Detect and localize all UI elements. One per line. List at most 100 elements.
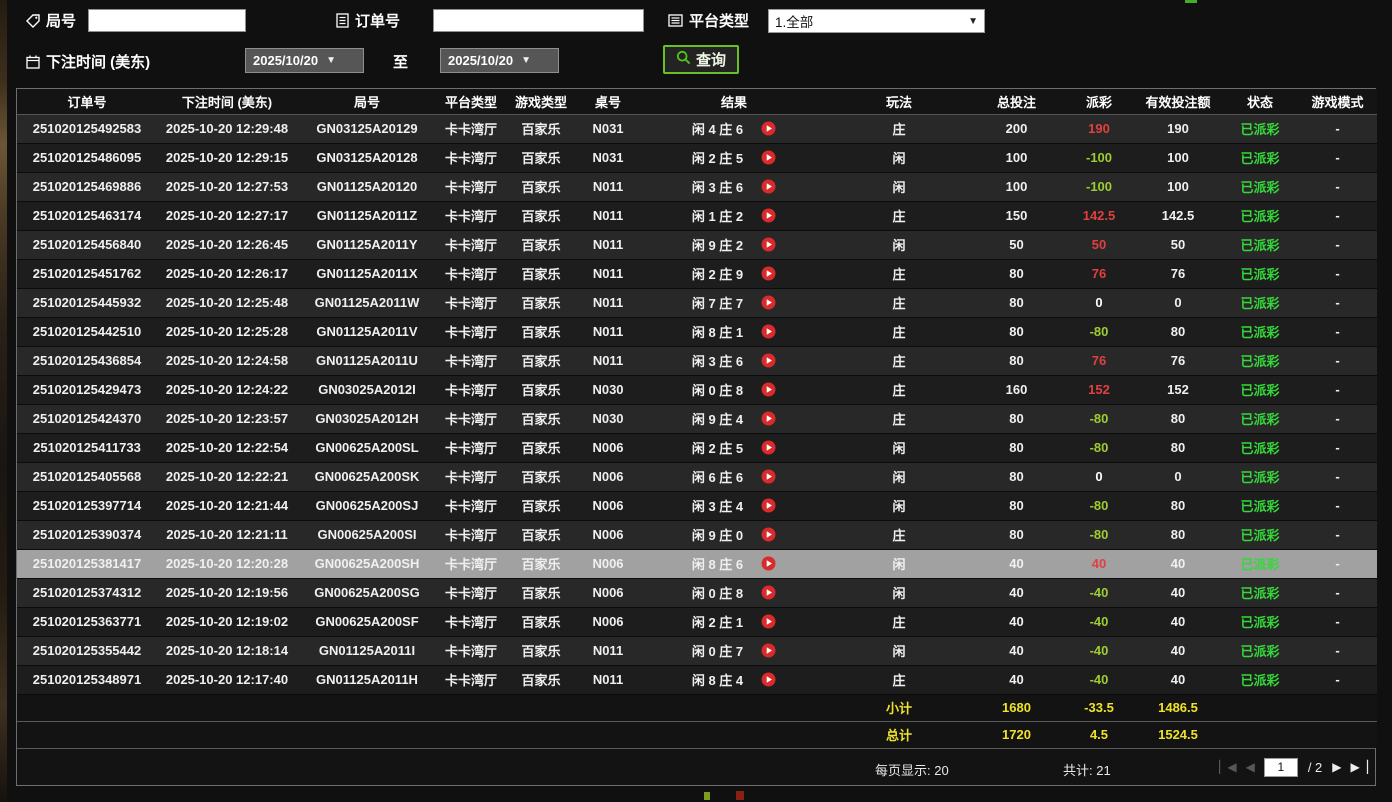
- cell-bet-time: 2025-10-20 12:25:48: [157, 288, 297, 318]
- page-count-text: / 2: [1307, 759, 1323, 775]
- cell-play-type: 庄: [829, 607, 969, 637]
- cell-table-number: N030: [577, 404, 639, 434]
- background-artifact: [736, 791, 744, 800]
- first-page-button[interactable]: ▏◀: [1219, 760, 1236, 774]
- play-icon[interactable]: [761, 237, 776, 252]
- cell-game-type: 百家乐: [505, 433, 577, 463]
- query-button[interactable]: 查询: [663, 45, 739, 74]
- cell-order-number: 251020125411733: [17, 433, 157, 463]
- table-row[interactable]: 251020125355442 2025-10-20 12:18:14 GN01…: [17, 636, 1377, 666]
- next-page-button[interactable]: ▶: [1332, 760, 1341, 774]
- cell-payout: -80: [1064, 520, 1134, 550]
- cell-play-type: 庄: [829, 201, 969, 231]
- table-row[interactable]: 251020125486095 2025-10-20 12:29:15 GN03…: [17, 143, 1377, 173]
- play-icon[interactable]: [761, 469, 776, 484]
- document-icon: [336, 13, 349, 28]
- cell-status: 已派彩: [1222, 462, 1298, 492]
- cell-table-number: N031: [577, 114, 639, 144]
- filter-bar: 局号 订单号 平台类型 1.全部 ▼ 下注时间 (美东) 2025/10/20 …: [0, 0, 1392, 88]
- table-row[interactable]: 251020125451762 2025-10-20 12:26:17 GN01…: [17, 259, 1377, 289]
- cell-status: 已派彩: [1222, 346, 1298, 376]
- cell-order-number: 251020125486095: [17, 143, 157, 173]
- cell-platform-type: 卡卡湾厅: [437, 636, 505, 666]
- round-input[interactable]: [88, 9, 246, 32]
- play-icon[interactable]: [761, 556, 776, 571]
- table-footer: 每页显示: 20 共计: 21 ▏◀ ◀ / 2 ▶ ▶▕: [17, 748, 1375, 785]
- table-row[interactable]: 251020125469886 2025-10-20 12:27:53 GN01…: [17, 172, 1377, 202]
- cell-game-mode: -: [1298, 230, 1377, 260]
- cell-game-mode: -: [1298, 114, 1377, 144]
- bet-time-label: 下注时间 (美东): [26, 51, 150, 72]
- cell-valid-bet: 190: [1134, 114, 1222, 144]
- cell-status: 已派彩: [1222, 317, 1298, 347]
- play-icon[interactable]: [761, 585, 776, 600]
- search-icon: [676, 50, 691, 69]
- cell-game-type: 百家乐: [505, 549, 577, 579]
- play-icon[interactable]: [761, 411, 776, 426]
- play-icon[interactable]: [761, 527, 776, 542]
- table-row[interactable]: 251020125429473 2025-10-20 12:24:22 GN03…: [17, 375, 1377, 405]
- play-icon[interactable]: [761, 324, 776, 339]
- cell-bet-time: 2025-10-20 12:17:40: [157, 665, 297, 695]
- cell-round-number: GN01125A2011V: [297, 317, 437, 347]
- table-row[interactable]: 251020125411733 2025-10-20 12:22:54 GN00…: [17, 433, 1377, 463]
- table-row[interactable]: 251020125390374 2025-10-20 12:21:11 GN00…: [17, 520, 1377, 550]
- cell-round-number: GN01125A2011H: [297, 665, 437, 695]
- play-icon[interactable]: [761, 353, 776, 368]
- play-icon[interactable]: [761, 266, 776, 281]
- cell-table-number: N011: [577, 346, 639, 376]
- table-row[interactable]: 251020125348971 2025-10-20 12:17:40 GN01…: [17, 665, 1377, 695]
- page-input[interactable]: [1263, 757, 1298, 777]
- table-row[interactable]: 251020125363771 2025-10-20 12:19:02 GN00…: [17, 607, 1377, 637]
- prev-page-button[interactable]: ◀: [1246, 760, 1255, 774]
- cell-bet-time: 2025-10-20 12:25:28: [157, 317, 297, 347]
- play-icon[interactable]: [761, 614, 776, 629]
- order-input[interactable]: [433, 9, 644, 32]
- table-row[interactable]: 251020125405568 2025-10-20 12:22:21 GN00…: [17, 462, 1377, 492]
- cell-game-mode: -: [1298, 404, 1377, 434]
- table-row[interactable]: 251020125397714 2025-10-20 12:21:44 GN00…: [17, 491, 1377, 521]
- table-row[interactable]: 251020125436854 2025-10-20 12:24:58 GN01…: [17, 346, 1377, 376]
- result-text: 闲 8 庄 1: [691, 325, 744, 340]
- cell-game-type: 百家乐: [505, 201, 577, 231]
- date-to-picker[interactable]: 2025/10/20 ▼: [440, 48, 559, 73]
- column-header-10: 派彩: [1064, 89, 1134, 115]
- date-from-value: 2025/10/20: [253, 53, 319, 68]
- table-row[interactable]: 251020125424370 2025-10-20 12:23:57 GN03…: [17, 404, 1377, 434]
- cell-total-bet: 200: [969, 114, 1064, 144]
- play-icon[interactable]: [761, 440, 776, 455]
- cell-platform-type: 卡卡湾厅: [437, 317, 505, 347]
- cell-game-mode: -: [1298, 462, 1377, 492]
- play-icon[interactable]: [761, 295, 776, 310]
- platform-select[interactable]: 1.全部 ▼: [768, 9, 985, 33]
- column-header-6: 桌号: [577, 89, 639, 115]
- cell-total-bet: 80: [969, 462, 1064, 492]
- play-icon[interactable]: [761, 672, 776, 687]
- play-icon[interactable]: [761, 179, 776, 194]
- cell-total-bet: 80: [969, 259, 1064, 289]
- table-row[interactable]: 251020125442510 2025-10-20 12:25:28 GN01…: [17, 317, 1377, 347]
- table-row[interactable]: 251020125381417 2025-10-20 12:20:28 GN00…: [17, 549, 1377, 579]
- cell-table-number: N006: [577, 578, 639, 608]
- last-page-button[interactable]: ▶▕: [1351, 760, 1368, 774]
- table-row[interactable]: 251020125374312 2025-10-20 12:19:56 GN00…: [17, 578, 1377, 608]
- play-icon[interactable]: [761, 208, 776, 223]
- cell-platform-type: 卡卡湾厅: [437, 143, 505, 173]
- table-row[interactable]: 251020125492583 2025-10-20 12:29:48 GN03…: [17, 114, 1377, 144]
- play-icon[interactable]: [761, 121, 776, 136]
- list-icon: [668, 14, 683, 27]
- play-icon[interactable]: [761, 643, 776, 658]
- cell-round-number: GN00625A200SK: [297, 462, 437, 492]
- play-icon[interactable]: [761, 498, 776, 513]
- cell-bet-time: 2025-10-20 12:24:58: [157, 346, 297, 376]
- cell-result: 闲 3 庄 4: [639, 491, 829, 521]
- table-row[interactable]: 251020125445932 2025-10-20 12:25:48 GN01…: [17, 288, 1377, 318]
- play-icon[interactable]: [761, 382, 776, 397]
- play-icon[interactable]: [761, 150, 776, 165]
- date-from-picker[interactable]: 2025/10/20 ▼: [245, 48, 364, 73]
- table-row[interactable]: 251020125456840 2025-10-20 12:26:45 GN01…: [17, 230, 1377, 260]
- table-row[interactable]: 251020125463174 2025-10-20 12:27:17 GN01…: [17, 201, 1377, 231]
- result-text: 闲 2 庄 1: [691, 615, 744, 630]
- cell-status: 已派彩: [1222, 578, 1298, 608]
- cell-platform-type: 卡卡湾厅: [437, 230, 505, 260]
